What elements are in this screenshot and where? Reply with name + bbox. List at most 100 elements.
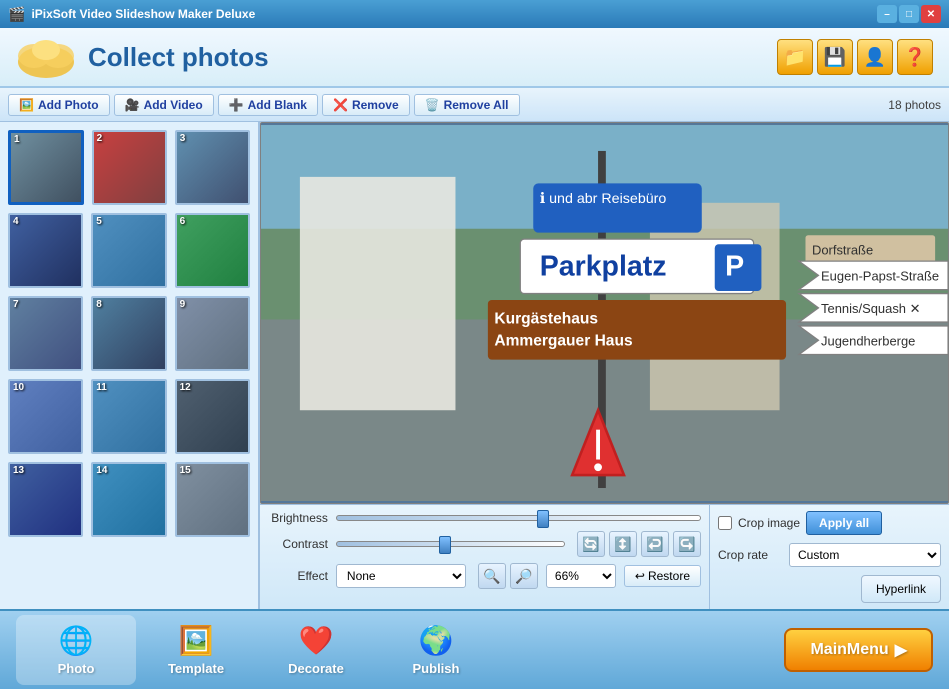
zoom-select[interactable]: 25%50%66%75%100%	[546, 564, 616, 588]
thumbnail-number: 10	[13, 382, 24, 393]
add-video-button[interactable]: 🎥 Add Video	[114, 94, 214, 116]
hyperlink-button[interactable]: Hyperlink	[861, 575, 941, 603]
save-button[interactable]: 💾	[817, 39, 853, 75]
thumbnail-number: 2	[97, 133, 103, 144]
brightness-label: Brightness	[268, 511, 328, 525]
maximize-button[interactable]: □	[899, 5, 919, 23]
nav-item-template[interactable]: 🖼️Template	[136, 615, 256, 685]
main-menu-label: MainMenu	[810, 641, 888, 659]
thumbnail-number: 7	[13, 299, 19, 310]
thumbnail-item[interactable]: 6	[175, 213, 250, 288]
add-photo-icon: 🖼️	[19, 98, 34, 112]
right-controls: Crop image Apply all Crop rate Custom4:3…	[709, 504, 949, 609]
header: Collect photos 📁 💾 👤 ❓	[0, 28, 949, 88]
contrast-label: Contrast	[268, 537, 328, 551]
thumbnail-number: 3	[180, 133, 186, 144]
zoom-in-button[interactable]: 🔍	[478, 563, 506, 589]
zoom-out-button[interactable]: 🔎	[510, 563, 538, 589]
thumbnail-item[interactable]: 14	[91, 462, 166, 537]
crop-image-checkbox[interactable]	[718, 516, 732, 530]
thumbnail-item[interactable]: 4	[8, 213, 83, 288]
remove-label: Remove	[352, 98, 399, 112]
svg-text:Eugen-Papst-Straße: Eugen-Papst-Straße	[821, 269, 939, 284]
open-folder-button[interactable]: 📁	[777, 39, 813, 75]
thumbnail-item[interactable]: 15	[175, 462, 250, 537]
main-menu-arrow-icon: ▶	[895, 640, 907, 660]
thumbnail-item[interactable]: 7	[8, 296, 83, 371]
thumbnail-item[interactable]: 12	[175, 379, 250, 454]
app-title: iPixSoft Video Slideshow Maker Deluxe	[31, 7, 255, 21]
thumbnail-number: 14	[96, 465, 107, 476]
crop-rate-label: Crop rate	[718, 548, 783, 562]
nav-item-publish[interactable]: 🌍Publish	[376, 615, 496, 685]
svg-text:P: P	[725, 250, 744, 282]
thumbnail-item[interactable]: 5	[91, 213, 166, 288]
thumbnail-number: 11	[96, 382, 107, 393]
close-button[interactable]: ✕	[921, 5, 941, 23]
svg-text:Kurgästehaus: Kurgästehaus	[494, 310, 598, 327]
remove-button[interactable]: ❌ Remove	[322, 94, 410, 116]
thumbnail-item[interactable]: 2	[92, 130, 167, 205]
svg-text:Dorfstraße: Dorfstraße	[812, 243, 873, 258]
thumbnail-number: 4	[13, 216, 19, 227]
thumbnail-row: 4 5 6	[8, 213, 250, 288]
crop-rate-select[interactable]: Custom4:316:91:1	[789, 543, 941, 567]
flip-h-button[interactable]: 🔄	[577, 531, 605, 557]
thumbnail-scroll[interactable]: 123456789101112131415	[0, 122, 258, 609]
thumbnail-item[interactable]: 1	[8, 130, 84, 205]
thumbnail-number: 1	[14, 134, 20, 145]
apply-all-button[interactable]: Apply all	[806, 511, 882, 535]
app-icon: 🎬	[8, 6, 25, 23]
nav-icon-decorate: ❤️	[299, 624, 334, 657]
thumbnail-item[interactable]: 8	[91, 296, 166, 371]
image-controls: Brightness Contrast 🔄 ↕️ ↩️ ↪️	[260, 504, 709, 609]
help-button[interactable]: ❓	[897, 39, 933, 75]
thumbnail-number: 8	[96, 299, 102, 310]
preview-image: ℹ und abr Reisebüro Parkplatz P Kurgäste…	[260, 122, 949, 504]
thumbnail-item[interactable]: 3	[175, 130, 250, 205]
thumbnail-number: 6	[180, 216, 186, 227]
effect-row: Effect NoneSepiaGrayscaleBlurSharpen 🔍 🔎…	[268, 563, 701, 589]
add-video-label: Add Video	[144, 98, 203, 112]
svg-text:Tennis/Squash ✕: Tennis/Squash ✕	[821, 301, 920, 316]
svg-text:Jugendherberge: Jugendherberge	[821, 333, 915, 348]
nav-item-photo[interactable]: 🌐Photo	[16, 615, 136, 685]
contrast-slider[interactable]	[439, 536, 451, 554]
account-button[interactable]: 👤	[857, 39, 893, 75]
main-menu-button[interactable]: MainMenu ▶	[784, 628, 933, 672]
remove-icon: ❌	[333, 98, 348, 112]
add-blank-label: Add Blank	[248, 98, 307, 112]
remove-all-label: Remove All	[444, 98, 509, 112]
nav-label-photo: Photo	[58, 661, 95, 676]
rotate-left-button[interactable]: ↩️	[641, 531, 669, 557]
minimize-button[interactable]: –	[877, 5, 897, 23]
add-blank-button[interactable]: ➕ Add Blank	[218, 94, 318, 116]
brightness-slider[interactable]	[537, 510, 549, 528]
remove-all-button[interactable]: 🗑️ Remove All	[414, 94, 520, 116]
contrast-effect-icons: 🔄 ↕️ ↩️ ↪️	[577, 531, 701, 557]
bottom-controls: Brightness Contrast 🔄 ↕️ ↩️ ↪️	[260, 504, 949, 609]
thumbnail-item[interactable]: 10	[8, 379, 83, 454]
restore-label: Restore	[648, 569, 690, 583]
thumbnail-item[interactable]: 11	[91, 379, 166, 454]
thumbnail-number: 13	[13, 465, 24, 476]
nav-item-decorate[interactable]: ❤️ Decorate	[256, 615, 376, 685]
header-icons: 📁 💾 👤 ❓	[777, 39, 933, 75]
effect-label: Effect	[268, 569, 328, 583]
thumbnail-item[interactable]: 13	[8, 462, 83, 537]
rotate-right-button[interactable]: ↪️	[673, 531, 701, 557]
restore-icon: ↩	[635, 569, 645, 583]
thumbnail-item[interactable]: 9	[175, 296, 250, 371]
brightness-row: Brightness	[268, 511, 701, 525]
add-photo-button[interactable]: 🖼️ Add Photo	[8, 94, 110, 116]
flip-v-button[interactable]: ↕️	[609, 531, 637, 557]
restore-button[interactable]: ↩ Restore	[624, 565, 701, 587]
effect-select[interactable]: NoneSepiaGrayscaleBlurSharpen	[336, 564, 466, 588]
nav-icon-publish: 🌍	[419, 624, 454, 657]
thumbnail-row: 10 11 12	[8, 379, 250, 454]
brightness-track	[336, 515, 701, 521]
crop-image-row: Crop image Apply all	[718, 511, 941, 535]
preview-area: ℹ und abr Reisebüro Parkplatz P Kurgäste…	[260, 122, 949, 609]
nav-label-decorate: Decorate	[288, 661, 344, 676]
add-photo-label: Add Photo	[38, 98, 99, 112]
